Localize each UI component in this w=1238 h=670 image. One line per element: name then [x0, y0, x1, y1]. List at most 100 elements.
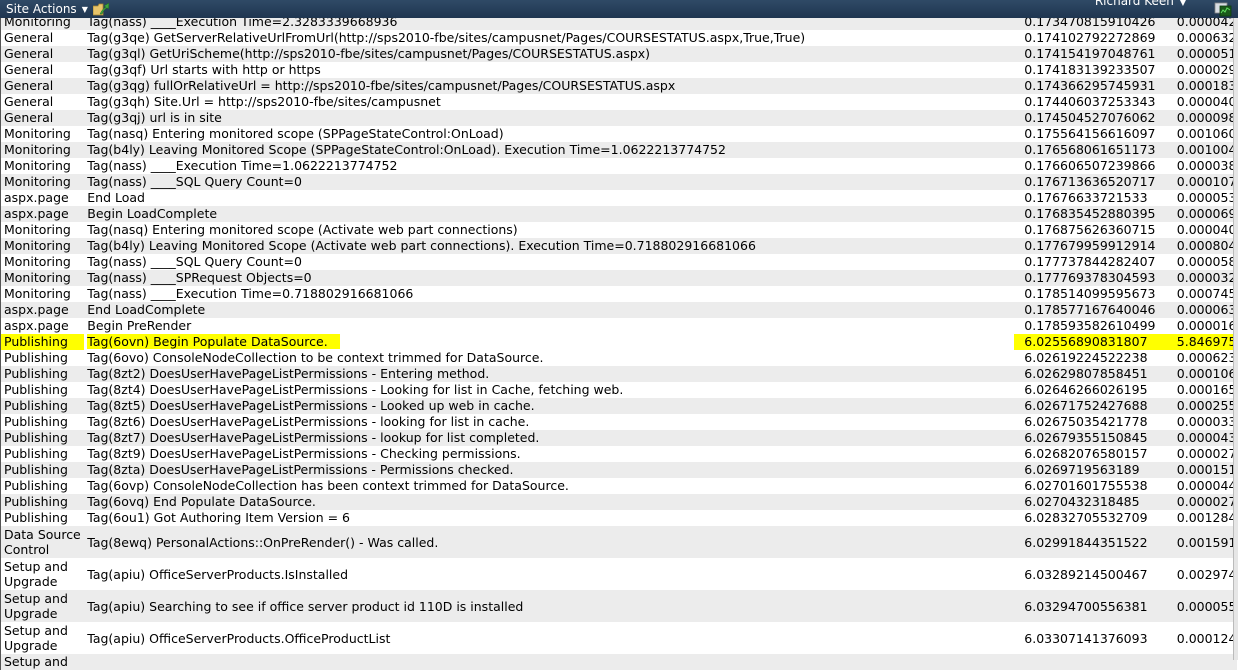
log-timestamp: 6.0270432318485 [1014, 494, 1173, 510]
log-row: Publishing Tag(8zt7) DoesUserHavePageList… [1, 430, 1237, 446]
log-timestamp: 0.176875626360715 [1014, 222, 1173, 238]
folder-up-icon[interactable] [92, 2, 110, 16]
log-category: Publishing [1, 414, 85, 430]
log-row: Publishing Tag(8zt5) DoesUserHavePageList… [1, 398, 1237, 414]
log-row: Monitoring Tag(b4ly) Leaving Monitored Sc… [1, 142, 1237, 158]
log-duration: 0.000038 [1172, 158, 1237, 174]
log-message: Tag(8zt9) DoesUserHavePageListPermission… [84, 446, 1015, 462]
log-timestamp [1014, 654, 1173, 670]
log-message: Tag(g3qj) url is in site [84, 110, 1015, 126]
log-timestamp: 6.02832705532709 [1014, 510, 1173, 526]
log-duration: 0.001591 [1172, 526, 1237, 558]
user-menu[interactable]: Richard Keen ▼ [1095, 0, 1186, 11]
log-message: Tag(nass) ____SQL Query Count=0 [84, 174, 1015, 190]
log-duration: 5.846975 [1172, 334, 1237, 350]
log-message: Tag(6ou1) Got Authoring Item Version = 6 [84, 510, 1015, 526]
log-row: General Tag(g3qh) Site.Url = http://sps20… [1, 94, 1237, 110]
log-duration: 0.000745 [1172, 286, 1237, 302]
log-duration: 0.000051 [1172, 46, 1237, 62]
log-duration: 0.000016 [1172, 318, 1237, 334]
log-timestamp: 0.178593582610499 [1014, 318, 1173, 334]
chevron-down-icon: ▼ [81, 5, 88, 14]
log-duration: 0.000053 [1172, 190, 1237, 206]
log-message: Tag(8zt6) DoesUserHavePageListPermission… [84, 414, 1015, 430]
log-duration: 0.000058 [1172, 254, 1237, 270]
log-category: Publishing [1, 382, 85, 398]
log-timestamp: 6.02679355150845 [1014, 430, 1173, 446]
log-row: Setup and Upgrade Tag(apiu) OfficeServerP… [1, 558, 1237, 590]
log-duration: 0.000106 [1172, 366, 1237, 382]
site-actions-menu[interactable]: Site Actions ▼ [6, 1, 88, 18]
log-category: Publishing [1, 366, 85, 382]
log-message: Tag(6ovo) ConsoleNodeCollection to be co… [84, 350, 1015, 366]
log-duration: 0.000063 [1172, 302, 1237, 318]
log-message: Tag(g3qg) fullOrRelativeUrl = http://sps… [84, 78, 1015, 94]
log-row: Publishing Tag(6ovn) Begin Populate DataS… [1, 334, 1237, 350]
log-duration: 0.000033 [1172, 414, 1237, 430]
log-row: Monitoring Tag(nass) ____Execution Time=1… [1, 158, 1237, 174]
log-row: Monitoring Tag(nass) ____SPRequest Object… [1, 270, 1237, 286]
log-duration: 0.000040 [1172, 94, 1237, 110]
log-category: Publishing [1, 494, 85, 510]
log-row: Data Source Control Tag(8ewq) PersonalAct… [1, 526, 1237, 558]
log-row: Publishing Tag(6ovo) ConsoleNodeCollectio… [1, 350, 1237, 366]
log-category: Monitoring [1, 142, 85, 158]
log-category: Publishing [1, 334, 85, 350]
log-message: Tag(nass) ____SQL Query Count=0 [84, 254, 1015, 270]
log-timestamp: 0.176606507239866 [1014, 158, 1173, 174]
log-row: Monitoring Tag(nasq) Entering monitored s… [1, 222, 1237, 238]
log-row: Monitoring Tag(b4ly) Leaving Monitored Sc… [1, 238, 1237, 254]
log-timestamp: 0.176713636520717 [1014, 174, 1173, 190]
log-duration: 0.000055 [1172, 590, 1237, 622]
log-category: Monitoring [1, 286, 85, 302]
log-timestamp: 0.17676633721533 [1014, 190, 1173, 206]
log-timestamp: 6.02671752427688 [1014, 398, 1173, 414]
log-row: aspx.page End LoadComplete 0.1785771676400… [1, 302, 1237, 318]
log-duration: 0.000029 [1172, 62, 1237, 78]
log-message: Tag(g3qh) Site.Url = http://sps2010-fbe/… [84, 94, 1015, 110]
log-message: Begin LoadComplete [84, 206, 1015, 222]
log-duration: 0.000027 [1172, 446, 1237, 462]
log-duration: 0.000165 [1172, 382, 1237, 398]
log-duration: 0.000632 [1172, 30, 1237, 46]
log-duration: 0.001284 [1172, 510, 1237, 526]
log-duration: 0.001060 [1172, 126, 1237, 142]
log-row: Publishing Tag(8zt2) DoesUserHavePageList… [1, 366, 1237, 382]
log-category: General [1, 62, 85, 78]
log-category: General [1, 46, 85, 62]
log-category: Setup and Upgrade [1, 622, 85, 654]
log-duration: 0.001004 [1172, 142, 1237, 158]
log-timestamp: 0.174406037253343 [1014, 94, 1173, 110]
chevron-down-icon: ▼ [1179, 0, 1186, 7]
log-timestamp: 0.178577167640046 [1014, 302, 1173, 318]
log-row: Monitoring Tag(nasq) Entering monitored s… [1, 126, 1237, 142]
log-message [84, 654, 1015, 670]
log-row: Monitoring Tag(nass) ____SQL Query Count=… [1, 254, 1237, 270]
log-timestamp: 0.175564156616097 [1014, 126, 1173, 142]
ribbon-bar: Site Actions ▼ Richard Keen ▼ [0, 0, 1238, 18]
log-category: Publishing [1, 478, 85, 494]
developer-dashboard-icon[interactable] [1214, 1, 1232, 17]
log-category: Monitoring [1, 158, 85, 174]
log-timestamp: 6.03294700556381 [1014, 590, 1173, 622]
log-timestamp: 6.02556890831807 [1014, 334, 1173, 350]
log-category: Publishing [1, 462, 85, 478]
scrollbar[interactable] [1233, 18, 1238, 660]
log-message: Tag(8ewq) PersonalActions::OnPreRender()… [84, 526, 1015, 558]
log-message: Tag(nass) ____SPRequest Objects=0 [84, 270, 1015, 286]
user-name: Richard Keen [1094, 0, 1174, 8]
log-category: Publishing [1, 430, 85, 446]
log-row: Setup and Upgrade Tag(apiu) Searching to … [1, 590, 1237, 622]
log-category: aspx.page [1, 190, 85, 206]
log-duration: 0.000107 [1172, 174, 1237, 190]
log-category: General [1, 94, 85, 110]
log-row: Publishing Tag(8zt6) DoesUserHavePageList… [1, 414, 1237, 430]
log-message: Tag(6ovn) Begin Populate DataSource. [84, 334, 1015, 350]
log-message: Tag(nass) ____Execution Time=1.062221377… [84, 158, 1015, 174]
log-row: aspx.page Begin LoadComplete 0.17683545288… [1, 206, 1237, 222]
log-row: General Tag(g3qg) fullOrRelativeUrl = htt… [1, 78, 1237, 94]
log-row: Publishing Tag(6ovq) End Populate DataSou… [1, 494, 1237, 510]
log-timestamp: 0.177769378304593 [1014, 270, 1173, 286]
log-timestamp: 6.02629807858451 [1014, 366, 1173, 382]
log-timestamp: 0.174183139233507 [1014, 62, 1173, 78]
